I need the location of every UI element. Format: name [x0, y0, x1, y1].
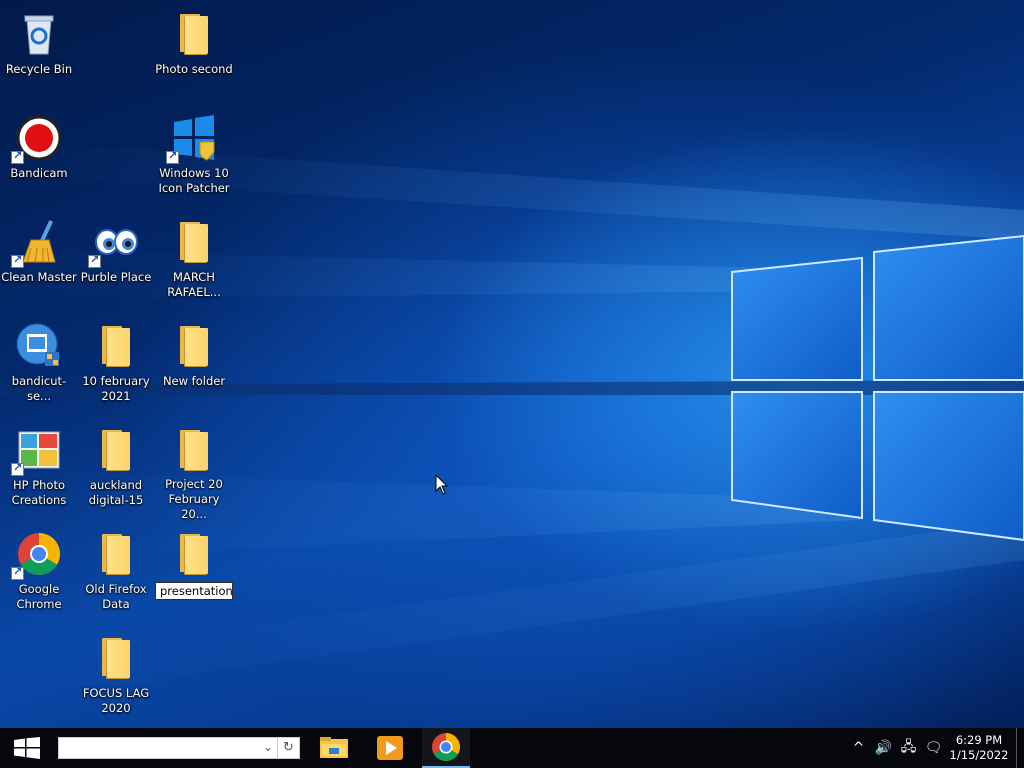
- desktop-icon-project-20-february[interactable]: Project 20 February 20...: [155, 422, 233, 522]
- mouse-cursor-icon: [435, 474, 449, 495]
- taskbar-google-chrome[interactable]: [422, 728, 470, 768]
- broom-icon: [11, 218, 63, 268]
- folder-icon: [170, 322, 218, 370]
- start-button[interactable]: [0, 728, 54, 768]
- icon-label: HP Photo Creations: [11, 478, 67, 507]
- folder-icon: [92, 426, 140, 474]
- desktop-icon-clean-master[interactable]: Clean Master: [0, 214, 78, 314]
- desktop-icon-google-chrome[interactable]: Google Chrome: [0, 526, 78, 626]
- icon-label: Clean Master: [1, 270, 77, 284]
- folder-icon: [170, 218, 218, 266]
- icon-label: Photo second: [155, 62, 233, 76]
- rename-input[interactable]: presentation: [155, 582, 233, 600]
- windows-start-icon: [14, 737, 40, 759]
- icon-label: FOCUS LAG 2020: [82, 686, 150, 715]
- volume-icon[interactable]: 🔊: [871, 740, 896, 756]
- folder-icon: [320, 737, 348, 758]
- icon-label: 10 february 2021: [82, 374, 150, 403]
- system-tray: ^ 🔊 🖧 🗨 6:29 PM 1/15/2022: [846, 728, 1024, 768]
- icon-label: auckland digital-15: [88, 478, 144, 507]
- desktop-icon-march-rafael[interactable]: MARCH RAFAEL...: [155, 214, 233, 314]
- icon-label: Google Chrome: [16, 582, 62, 611]
- taskbar-file-explorer[interactable]: [310, 728, 358, 768]
- recycle-bin-icon: [15, 10, 63, 58]
- shortcut-arrow-icon: [166, 149, 179, 164]
- desktop-icon-bandicut[interactable]: bandicut-se...: [0, 318, 78, 418]
- play-icon: [377, 736, 403, 760]
- folder-icon: [170, 426, 218, 473]
- bandicut-icon: [15, 322, 63, 370]
- desktop-icon-focus-lag-2020[interactable]: FOCUS LAG 2020: [77, 630, 155, 728]
- icon-label: bandicut-se...: [11, 374, 67, 403]
- desktop-icon-10-february-2021[interactable]: 10 february 2021: [77, 318, 155, 418]
- desktop-icon-recycle-bin[interactable]: Recycle Bin: [0, 6, 78, 106]
- folder-icon: [92, 322, 140, 370]
- desktop-icon-hp-photo-creations[interactable]: HP Photo Creations: [0, 422, 78, 522]
- address-search-input[interactable]: ⌄ ↻: [58, 737, 300, 759]
- photo-creations-icon: [11, 426, 63, 476]
- icon-label: Purble Place: [80, 270, 152, 284]
- desktop-icon-auckland-digital-15[interactable]: auckland digital-15: [77, 422, 155, 522]
- clock-time: 6:29 PM: [955, 733, 1003, 747]
- show-desktop-button[interactable]: [1016, 728, 1024, 768]
- icon-label: Windows 10 Icon Patcher: [158, 166, 230, 195]
- folder-icon: [170, 10, 218, 58]
- folder-icon: [170, 530, 218, 578]
- clock[interactable]: 6:29 PM 1/15/2022: [946, 733, 1012, 763]
- desktop-icon-presentation[interactable]: presentation: [155, 526, 233, 626]
- show-hidden-icons-chevron-icon[interactable]: ^: [846, 740, 871, 756]
- network-icon[interactable]: 🖧: [896, 736, 921, 760]
- taskbar-media-player[interactable]: [366, 728, 414, 768]
- icon-label: Bandicam: [10, 166, 68, 180]
- desktop[interactable]: Recycle Bin Bandicam Clean Master bandic…: [0, 0, 1024, 728]
- desktop-icon-purble-place[interactable]: Purble Place: [77, 214, 155, 314]
- desktop-icon-new-folder[interactable]: New folder: [155, 318, 233, 418]
- chevron-down-icon[interactable]: ⌄: [263, 740, 273, 754]
- icon-label: Old Firefox Data: [85, 582, 147, 611]
- notifications-icon[interactable]: 🗨: [921, 740, 946, 756]
- shortcut-arrow-icon: [88, 253, 101, 268]
- bandicam-icon: [11, 114, 63, 164]
- icon-label: MARCH RAFAEL...: [167, 270, 221, 299]
- chrome-icon: [11, 530, 63, 580]
- desktop-icon-bandicam[interactable]: Bandicam: [0, 110, 78, 210]
- folder-icon: [92, 530, 140, 578]
- windows-logo-icon: [166, 114, 218, 164]
- desktop-icon-windows-10-icon-patcher[interactable]: Windows 10 Icon Patcher: [155, 110, 233, 210]
- shortcut-arrow-icon: [11, 253, 24, 268]
- chrome-icon: [432, 733, 460, 761]
- desktop-icon-old-firefox-data[interactable]: Old Firefox Data: [77, 526, 155, 626]
- shortcut-arrow-icon: [11, 461, 24, 476]
- icon-label: Recycle Bin: [5, 62, 73, 76]
- shortcut-arrow-icon: [11, 149, 24, 164]
- rename-input-value: presentation: [160, 584, 233, 598]
- icon-label: New folder: [162, 374, 226, 388]
- clock-date: 1/15/2022: [949, 748, 1009, 762]
- shortcut-arrow-icon: [11, 565, 24, 580]
- desktop-icon-photo-second[interactable]: Photo second: [155, 6, 233, 106]
- refresh-icon[interactable]: ↻: [277, 738, 299, 758]
- purble-eyes-icon: [88, 218, 140, 268]
- icon-label: Project 20 February 20...: [165, 477, 223, 521]
- folder-icon: [92, 634, 140, 682]
